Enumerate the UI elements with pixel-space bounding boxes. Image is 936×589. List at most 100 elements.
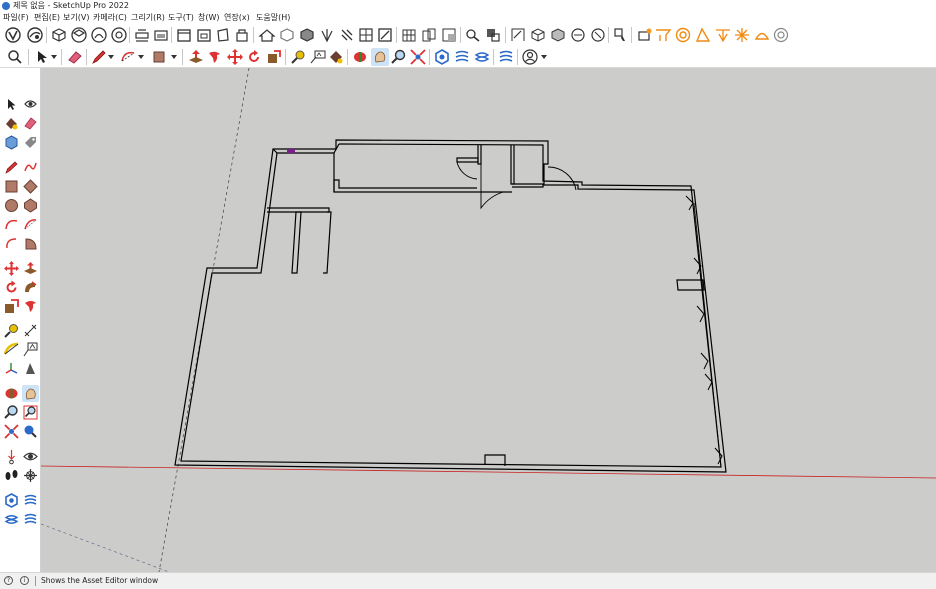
xray-icon[interactable]	[278, 26, 296, 44]
tag-icon[interactable]	[22, 134, 39, 151]
shaded-texture-icon[interactable]	[376, 26, 394, 44]
info-circle-icon[interactable]: i	[20, 576, 29, 585]
sun-icon[interactable]	[733, 26, 751, 44]
help-circle-icon[interactable]: ?	[4, 576, 13, 585]
model-info-icon[interactable]	[4, 26, 22, 44]
follow-me-icon[interactable]	[22, 279, 39, 296]
pan-icon[interactable]	[371, 48, 389, 66]
offset-icon[interactable]	[22, 298, 39, 315]
select-icon[interactable]	[3, 96, 20, 113]
rotated-rectangle-icon[interactable]	[22, 178, 39, 195]
menu-file[interactable]: 파일(F)	[3, 13, 29, 23]
paint-bucket-icon[interactable]	[3, 115, 20, 132]
extension-manager-icon[interactable]	[3, 511, 20, 528]
walk-icon[interactable]	[3, 467, 20, 484]
sandbox-icon[interactable]	[654, 26, 672, 44]
arc-icon[interactable]	[119, 48, 137, 66]
asset-editor-icon[interactable]	[22, 511, 39, 528]
zoom-icon[interactable]	[390, 48, 408, 66]
tape-measure-icon[interactable]	[289, 48, 307, 66]
text-icon[interactable]	[22, 341, 39, 358]
warehouse-icon[interactable]	[3, 492, 20, 509]
account-icon[interactable]	[521, 48, 539, 66]
extension-warehouse-icon[interactable]	[22, 492, 39, 509]
menu-draw[interactable]: 그리기(R)	[131, 13, 165, 23]
warehouse-icon[interactable]	[258, 26, 276, 44]
search-icon[interactable]	[6, 48, 24, 66]
hidden-line-icon[interactable]	[589, 26, 607, 44]
menu-view[interactable]: 보기(V)	[63, 13, 89, 23]
section-plane-icon[interactable]	[22, 467, 39, 484]
styles-icon[interactable]	[26, 26, 44, 44]
pencil-icon[interactable]	[90, 48, 108, 66]
rotate-icon[interactable]	[3, 279, 20, 296]
rectangle-icon[interactable]	[3, 178, 20, 195]
warehouse-icon[interactable]	[433, 48, 451, 66]
scale-icon[interactable]	[3, 298, 20, 315]
menu-edit[interactable]: 편집(E)	[34, 13, 60, 23]
layout-icon[interactable]	[636, 26, 654, 44]
orbit-icon[interactable]	[351, 48, 369, 66]
section-plane-icon[interactable]	[133, 26, 151, 44]
section-display-icon[interactable]	[152, 26, 170, 44]
bottom-view-icon[interactable]	[233, 26, 251, 44]
menu-camera[interactable]: 카메라(C)	[93, 13, 127, 23]
iso-view-icon[interactable]	[50, 26, 68, 44]
push-pull-icon[interactable]	[187, 48, 205, 66]
intersect-icon[interactable]	[484, 26, 502, 44]
orbit-icon[interactable]	[22, 96, 39, 113]
move-icon[interactable]	[3, 260, 20, 277]
extension-warehouse-icon[interactable]	[612, 26, 630, 44]
solid-subtract-icon[interactable]	[420, 26, 438, 44]
three-point-arc-icon[interactable]	[3, 235, 20, 252]
right-view-icon[interactable]	[110, 26, 128, 44]
trim-icon[interactable]	[509, 26, 527, 44]
solid-union-icon[interactable]	[400, 26, 418, 44]
monochrome-icon[interactable]	[569, 26, 587, 44]
menu-tools[interactable]: 도구(T)	[168, 13, 194, 23]
back-view-icon[interactable]	[195, 26, 213, 44]
offset-icon[interactable]	[206, 48, 224, 66]
chevron-down-icon[interactable]	[171, 55, 177, 59]
circle-icon[interactable]	[3, 197, 20, 214]
pie-icon[interactable]	[22, 235, 39, 252]
camera-position-icon[interactable]	[464, 26, 482, 44]
zoom-extents-icon[interactable]	[409, 48, 427, 66]
polygon-icon[interactable]	[22, 197, 39, 214]
component-icon[interactable]	[3, 134, 20, 151]
outer-shell-icon[interactable]	[440, 26, 458, 44]
move-icon[interactable]	[226, 48, 244, 66]
eraser-icon[interactable]	[22, 115, 39, 132]
paint-bucket-icon[interactable]	[327, 48, 345, 66]
orbit-icon[interactable]	[3, 385, 20, 402]
shaded-icon[interactable]	[357, 26, 375, 44]
zoom-window-icon[interactable]	[22, 404, 39, 421]
menu-help[interactable]: 도움말(H)	[256, 13, 290, 23]
menu-window[interactable]: 창(W)	[198, 13, 220, 23]
eraser-icon[interactable]	[66, 48, 84, 66]
tape-measure-icon[interactable]	[3, 322, 20, 339]
axes-icon[interactable]	[3, 360, 20, 377]
freehand-icon[interactable]	[22, 159, 39, 176]
pencil-icon[interactable]	[3, 159, 20, 176]
dimension-icon[interactable]	[22, 322, 39, 339]
back-edges-icon[interactable]	[298, 26, 316, 44]
model-viewport[interactable]	[41, 68, 936, 572]
extension-manager-icon[interactable]	[473, 48, 491, 66]
chevron-down-icon[interactable]	[108, 55, 114, 59]
previous-view-icon[interactable]	[22, 423, 39, 440]
text-icon[interactable]	[309, 48, 327, 66]
position-camera-icon[interactable]	[3, 448, 20, 465]
zoom-extents-icon[interactable]	[3, 423, 20, 440]
fog-icon[interactable]	[753, 26, 771, 44]
rotate-icon[interactable]	[245, 48, 263, 66]
push-pull-icon[interactable]	[22, 260, 39, 277]
shaded-icon[interactable]	[549, 26, 567, 44]
hidden-line-icon[interactable]	[338, 26, 356, 44]
chevron-down-icon[interactable]	[541, 55, 547, 59]
sun-icon[interactable]	[674, 26, 692, 44]
left-view-icon[interactable]	[214, 26, 232, 44]
front-view-icon[interactable]	[90, 26, 108, 44]
shadow-icon[interactable]	[714, 26, 732, 44]
menu-extensions[interactable]: 연장(x)	[224, 13, 250, 23]
